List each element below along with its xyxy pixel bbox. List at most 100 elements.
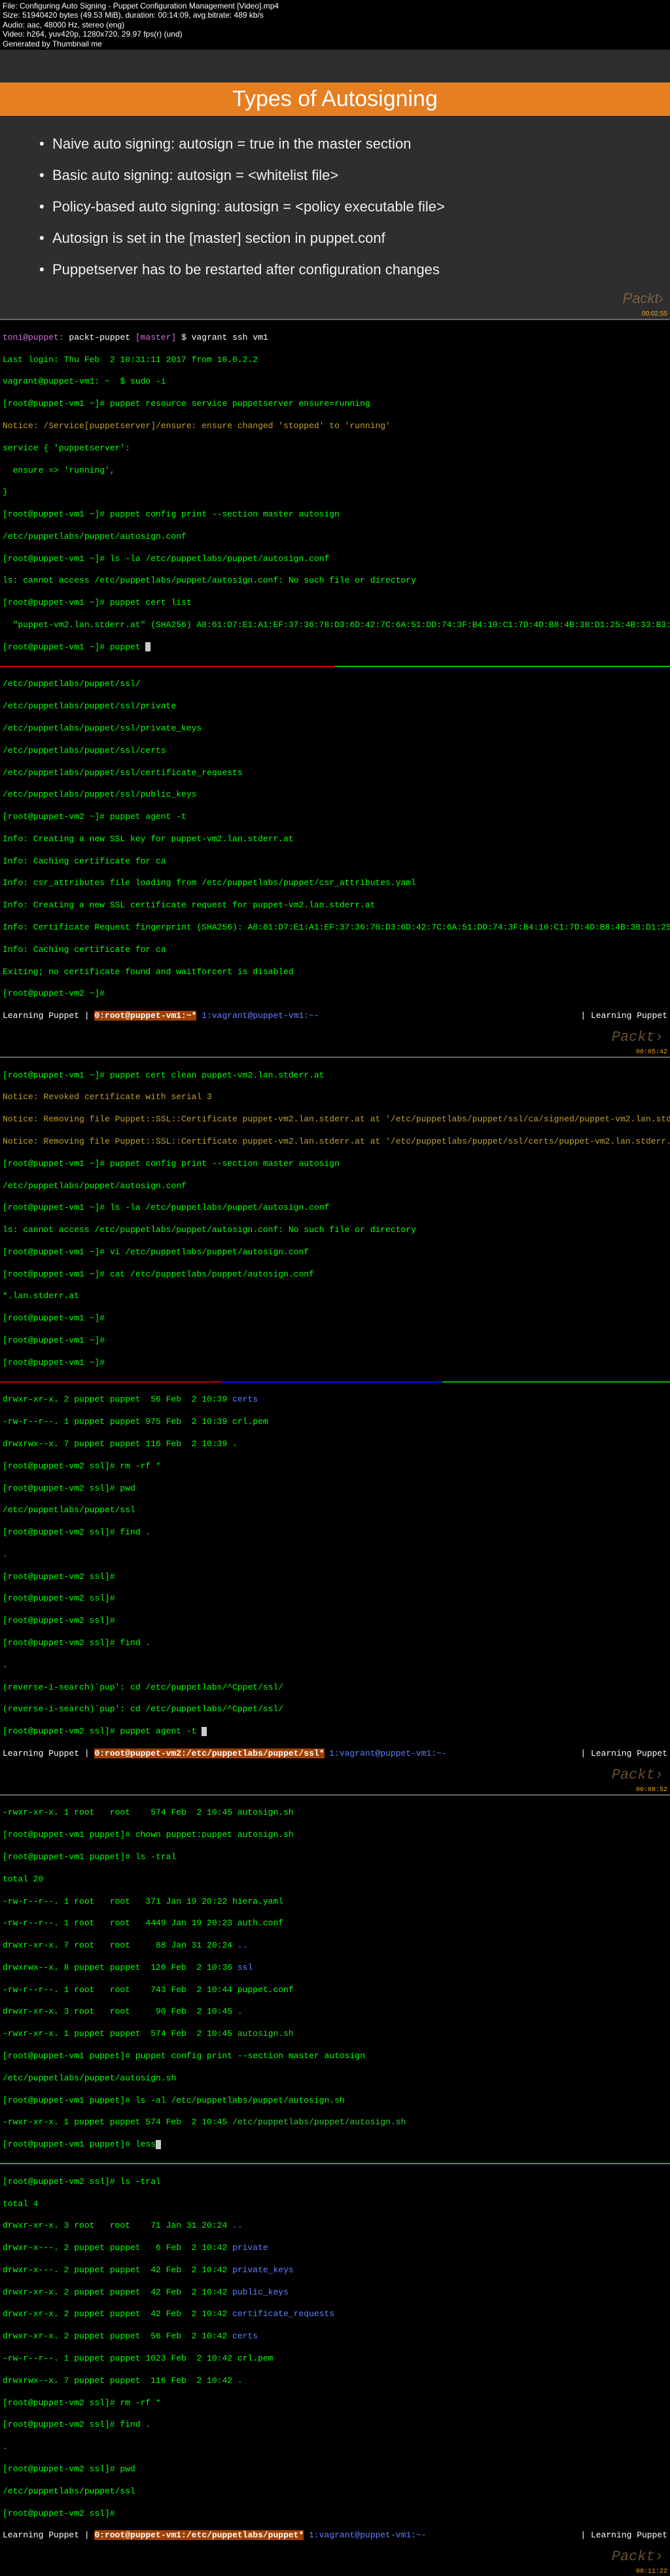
dir: certs (232, 1394, 258, 1404)
timestamp: 00:08:52 (636, 1786, 667, 1794)
term-line: (reverse-i-search)`pup': cd /etc/puppetl… (3, 1682, 667, 1694)
tmux-bar: Learning Puppet | 0:root@puppet-vm1:~* 1… (3, 1011, 667, 1022)
term-line: [root@puppet-vm1 ~]# cat /etc/puppetlabs… (3, 1269, 667, 1280)
term-line: [root@puppet-vm2 ssl]# pwd (3, 1483, 667, 1495)
term-line: [root@puppet-vm1 ~]# (3, 1313, 667, 1324)
term-line: service { 'puppetserver': (3, 443, 667, 454)
term-line: Last login: Thu Feb 2 10:31:11 2017 from… (3, 355, 667, 366)
term-line: [root@puppet-vm2 ssl]# rm -rf * (3, 2398, 667, 2409)
term-notice: Notice: Revoked certificate with serial … (3, 1092, 667, 1103)
bar-right: | Learning Puppet (580, 2530, 667, 2541)
dir: . (238, 2006, 243, 2016)
term-line: [root@puppet-vm1 ~]# puppet config print… (3, 509, 667, 520)
term-line: -rwxr-xr-x. 1 puppet puppet 574 Feb 2 10… (3, 2117, 232, 2127)
meta-gen: Generated by Thumbnail me (3, 39, 667, 48)
prompt-branch: [master] (135, 333, 176, 342)
terminal-frame-6: [root@puppet-vm2 ssl]# ls -tral total 4 … (0, 2164, 670, 2576)
bullet-5: Puppetserver has to be restarted after c… (39, 261, 631, 278)
term-line: /etc/puppetlabs/puppet/ssl/certificate_r… (3, 768, 667, 779)
term-line: drwxr-xr-x. 2 puppet puppet 42 Feb 2 10:… (3, 2287, 232, 2297)
dir: public_keys (232, 2287, 289, 2297)
term-line: total 4 (3, 2199, 667, 2210)
watermark: Packt› (612, 1028, 663, 1047)
term-line: drwxr-xr-x. 2 puppet puppet 56 Feb 2 10:… (3, 1394, 232, 1404)
tmux-bar: Learning Puppet | 0:root@puppet-vm2:/etc… (3, 1749, 667, 1760)
dir: certificate_requests (232, 2309, 334, 2319)
dir: private (232, 2243, 268, 2253)
term-line: -rw-r--r--. 1 puppet puppet 1023 Feb 2 1… (3, 2353, 667, 2365)
term-line: ensure => 'running', (3, 465, 667, 477)
watermark: Packt› (612, 2548, 663, 2567)
term-line: drwxrwx--x. 8 puppet puppet 126 Feb 2 10… (3, 1963, 238, 1972)
term-line: vagrant@puppet-vm1: ~ $ sudo -i (3, 376, 667, 388)
meta-file: File: Configuring Auto Signing - Puppet … (3, 1, 667, 10)
prompt-user: toni@puppet: (3, 333, 64, 342)
term-line: /etc/puppetlabs/puppet/ssl/private_keys (3, 723, 667, 735)
watermark: Packt› (612, 1766, 663, 1785)
term-line: [root@puppet-vm2 ssl]# pwd (3, 2464, 667, 2475)
term-line: *.lan.stderr.at (3, 1291, 667, 1302)
exec: /etc/puppetlabs/puppet/autosign.sh (232, 2117, 406, 2127)
term-line: /etc/puppetlabs/puppet/ssl (3, 2486, 667, 2497)
video-metadata: File: Configuring Auto Signing - Puppet … (0, 0, 670, 50)
meta-size: Size: 51940420 bytes (49.53 MiB), durati… (3, 10, 667, 20)
term-notice: Notice: Removing file Puppet::SSL::Certi… (3, 1114, 667, 1125)
term-line: [root@puppet-vm1 puppet]# ls -tral (3, 1852, 667, 1863)
terminal-frame-2: /etc/puppetlabs/puppet/ssl/ /etc/puppetl… (0, 667, 670, 1057)
term-line: [root@puppet-vm1 ~]# ls -la /etc/puppetl… (3, 1203, 667, 1214)
term-line: [root@puppet-vm1 ~]# ls -la /etc/puppetl… (3, 554, 667, 565)
dir: certs (232, 2331, 258, 2341)
bar-prefix: Learning Puppet | (3, 1749, 94, 1758)
term-line: [root@puppet-vm2 ssl]# (3, 1572, 667, 1583)
term-line: Info: Caching certificate for ca (3, 856, 667, 867)
slide-frame: Types of Autosigning Naive auto signing:… (0, 50, 670, 319)
bullet-4: Autosign is set in the [master] section … (39, 230, 631, 247)
term-line: Info: Creating a new SSL certificate req… (3, 900, 667, 911)
term-line: drwxr-xr-x. 3 root root 90 Feb 2 10:45 (3, 2006, 238, 2016)
bar-inactive: 1:vagrant@puppet-vm1:~- (325, 1749, 447, 1758)
term-line: -rw-r--r--. 1 puppet puppet 975 Feb 2 10… (3, 1417, 667, 1428)
term-line: /etc/puppetlabs/puppet/ssl/certs (3, 746, 667, 757)
term-line: [root@puppet-vm1 ~]# (3, 1335, 667, 1347)
watermark: Packt› (623, 290, 663, 307)
bar-active: 0:root@puppet-vm1:/etc/puppetlabs/puppet… (94, 2530, 304, 2540)
term-line: . (3, 1550, 667, 1561)
term-line: drwxr-x---. 2 puppet puppet 42 Feb 2 10:… (3, 2265, 232, 2275)
term-line: drwxrwx--x. 7 puppet puppet 116 Feb 2 10… (3, 1439, 667, 1450)
dir: private_keys (232, 2265, 294, 2275)
timestamp: 00:11:22 (636, 2567, 667, 2576)
term-line: drwxr-xr-x. 2 puppet puppet 42 Feb 2 10:… (3, 2309, 232, 2319)
bar-right: | Learning Puppet (580, 1749, 667, 1760)
term-line: [root@puppet-vm1 ~]# (3, 1358, 667, 1369)
dir: ssl (238, 1963, 253, 1972)
meta-video: Video: h264, yuv420p, 1280x720, 29.97 fp… (3, 29, 667, 39)
term-line: -rwxr-xr-x. 1 puppet puppet 574 Feb 2 10… (3, 2029, 238, 2039)
term-cmd: $ vagrant ssh vm1 (176, 333, 268, 342)
term-line: Exiting; no certificate found and waitfo… (3, 967, 667, 978)
timestamp: 00:02:55 (642, 310, 667, 317)
term-line: [root@puppet-vm2 ssl]# find . (3, 1527, 667, 1538)
term-line: [root@puppet-vm2 ssl]# rm -rf * (3, 1461, 667, 1472)
term-line: /etc/puppetlabs/puppet/autosign.sh (3, 2073, 667, 2084)
term-line: [root@puppet-vm1 ~]# puppet cert clean p… (3, 1070, 667, 1081)
term-notice: Notice: Removing file Puppet::SSL::Certi… (3, 1136, 667, 1148)
term-line: /etc/puppetlabs/puppet/autosign.conf (3, 532, 667, 543)
term-line: [root@puppet-vm2 ssl]# (3, 2509, 667, 2520)
bar-inactive: 1:vagrant@puppet-vm1:~- (196, 1011, 319, 1021)
slide-title: Types of Autosigning (232, 86, 438, 111)
term-line: [root@puppet-vm1 ~]# puppet (3, 642, 145, 652)
term-line: (reverse-i-search)`pup': cd /etc/puppetl… (3, 1704, 667, 1715)
terminal-frame-3: [root@puppet-vm1 ~]# puppet cert clean p… (0, 1057, 670, 1381)
timestamp: 00:05:42 (636, 1048, 667, 1057)
bar-prefix: Learning Puppet | (3, 2530, 94, 2540)
term-line: /etc/puppetlabs/puppet/ssl/public_keys (3, 789, 667, 801)
term-line: [root@puppet-vm2 ssl]# (3, 1616, 667, 1627)
term-line: [root@puppet-vm2 ssl]# find . (3, 1638, 667, 1649)
cursor-icon (145, 642, 150, 651)
term-line: -rwxr-xr-x. 1 root root 574 Feb 2 10:45 … (3, 1807, 667, 1819)
term-line: } (3, 487, 667, 498)
exec: autosign.sh (238, 2029, 294, 2039)
bullet-3: Policy-based auto signing: autosign = <p… (39, 198, 631, 215)
term-line: [root@puppet-vm2 ssl]# ls -tral (3, 2177, 667, 2188)
term-notice: Notice: /Service[puppetserver]/ensure: e… (3, 421, 667, 432)
